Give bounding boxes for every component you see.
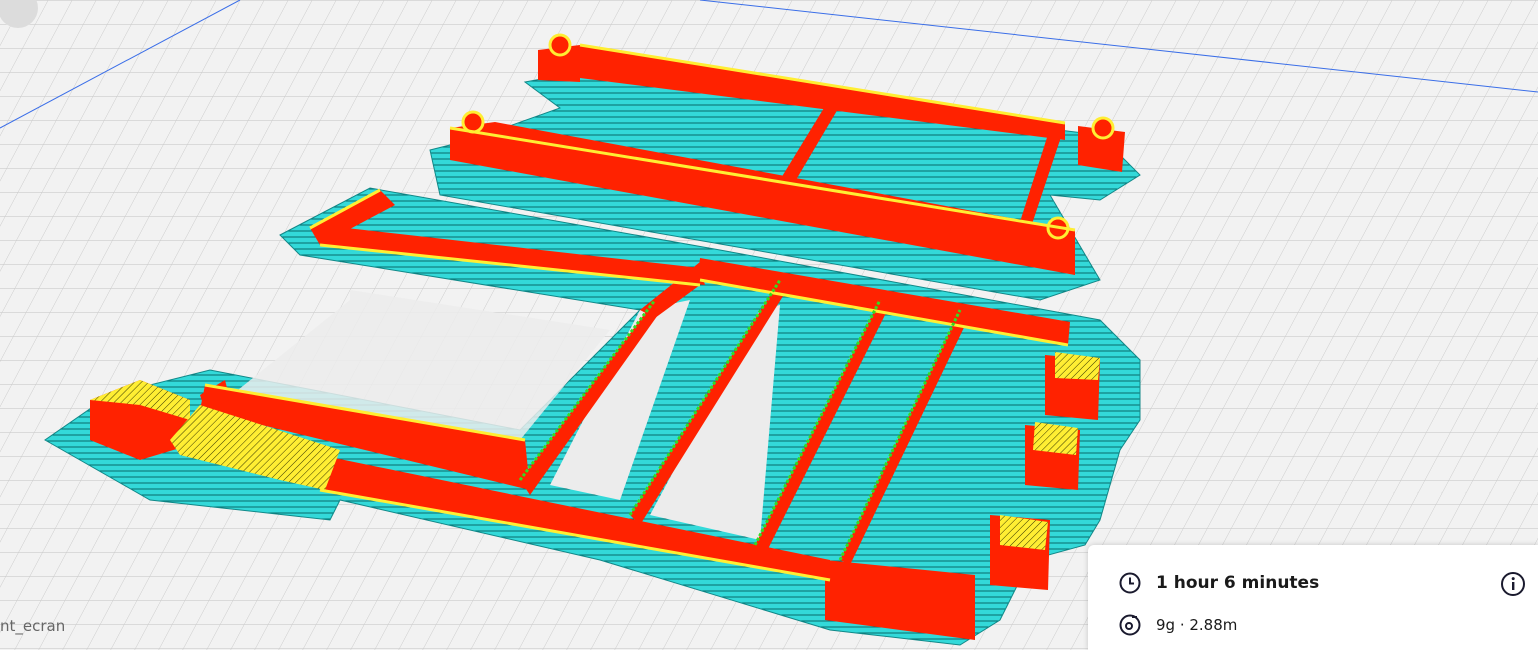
info-icon[interactable] — [1500, 571, 1526, 597]
print-time: 1 hour 6 minutes — [1156, 573, 1320, 593]
material-usage: 9g · 2.88m — [1156, 616, 1238, 634]
spool-icon — [1118, 613, 1142, 637]
material-row: 9g · 2.88m — [1118, 613, 1237, 637]
clock-icon — [1118, 571, 1142, 595]
object-filename: nt_ecran — [0, 617, 66, 635]
print-estimate-panel: 1 hour 6 minutes 9g · 2.88m — [1088, 545, 1538, 650]
print-time-row: 1 hour 6 minutes — [1118, 571, 1319, 595]
